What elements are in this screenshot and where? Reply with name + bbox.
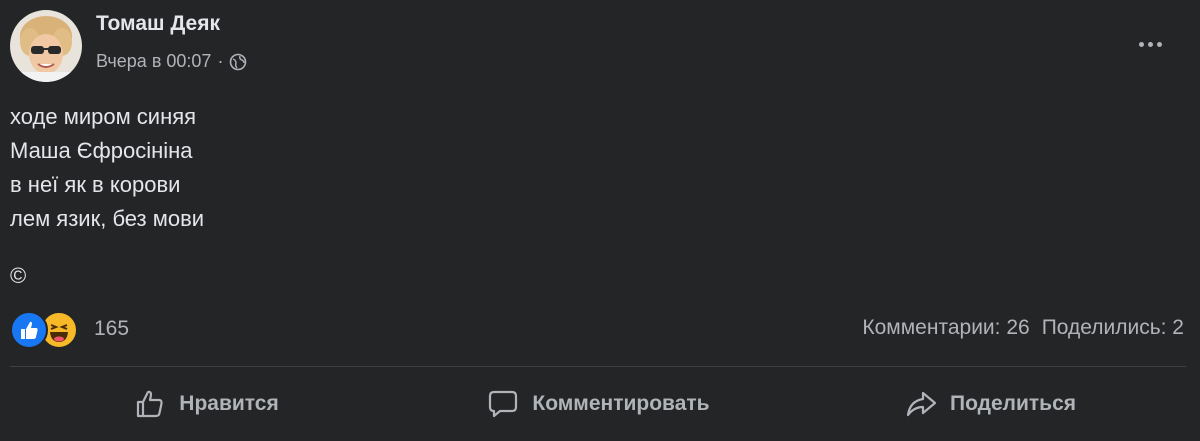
post-text-line: в неї як в корови	[10, 172, 181, 197]
comment-button[interactable]: Комментировать	[402, 372, 794, 436]
share-button[interactable]: Поделиться	[794, 372, 1186, 436]
author-avatar[interactable]	[10, 10, 82, 82]
like-button[interactable]: Нравится	[10, 372, 402, 436]
like-button-label: Нравится	[179, 392, 279, 415]
copyright-sign: ©	[10, 263, 27, 288]
shares-count-link[interactable]: Поделились: 2	[1042, 316, 1184, 340]
more-options-icon[interactable]	[1130, 32, 1170, 56]
comment-button-label: Комментировать	[532, 392, 710, 415]
thumbs-up-icon	[137, 390, 163, 418]
post-stats: Комментарии: 26 Поделились: 2	[862, 316, 1184, 340]
post-meta: Вчера в 00:07 ·	[96, 48, 247, 74]
author-name[interactable]: Томаш Деяк	[96, 10, 247, 38]
globe-icon[interactable]	[229, 52, 247, 71]
share-button-label: Поделиться	[949, 392, 1077, 415]
post-text-line: лем язик, без мови	[10, 206, 205, 231]
reaction-icons	[10, 311, 82, 349]
author-block: Томаш Деяк Вчера в 00:07 ·	[96, 10, 247, 74]
reaction-count: 165	[94, 317, 130, 340]
comments-count-link[interactable]: Комментарии: 26	[862, 316, 1029, 340]
meta-separator: ·	[217, 51, 224, 71]
like-reaction-icon	[10, 311, 48, 349]
post-actions: Нравится Комментировать Поделиться	[10, 372, 1186, 436]
post-text-line: ходе миром синяя	[10, 104, 197, 129]
share-arrow-icon	[906, 391, 937, 417]
post-body: ходе миром синяя Маша Єфросініна в неї я…	[10, 100, 204, 236]
reactions-summary[interactable]: 165	[10, 311, 130, 349]
post-text-line: Маша Єфросініна	[10, 138, 193, 163]
avatar-image	[10, 10, 82, 82]
post-card: Томаш Деяк Вчера в 00:07 · ходе миром си…	[0, 0, 1200, 441]
actions-divider	[10, 366, 1186, 367]
post-header: Томаш Деяк Вчера в 00:07 ·	[10, 10, 247, 82]
comment-bubble-icon	[489, 390, 518, 418]
post-timestamp[interactable]: Вчера в 00:07	[96, 48, 211, 74]
